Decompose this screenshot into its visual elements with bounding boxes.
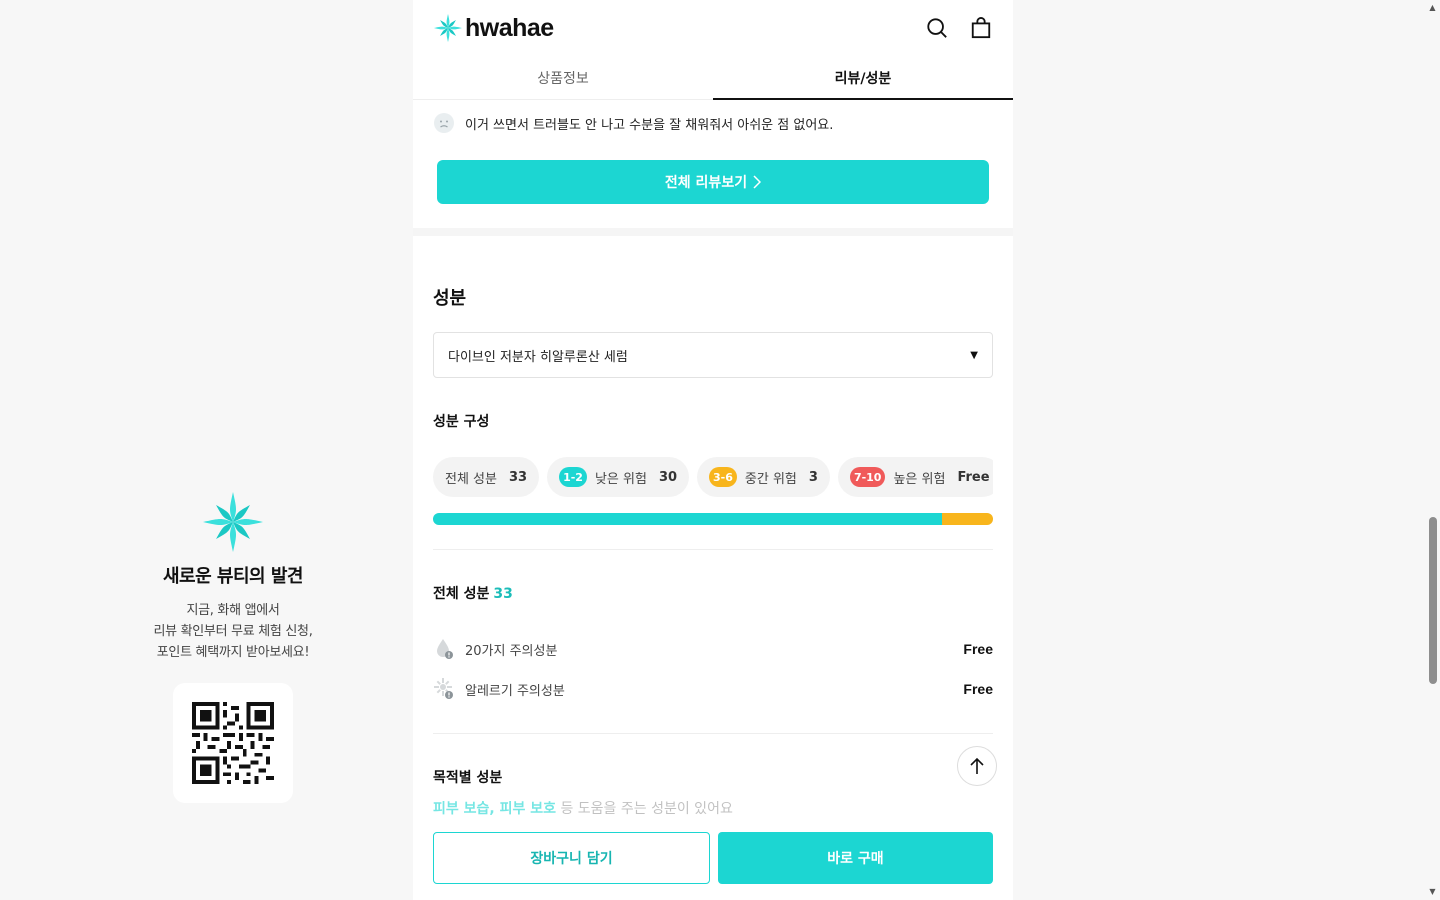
scroll-down-arrow-icon[interactable]: ▼ (1428, 887, 1437, 896)
chip-count: 30 (658, 469, 678, 485)
caution-value: Free (963, 641, 993, 657)
chip-all-ingredients[interactable]: 전체 성분 33 (433, 457, 540, 497)
tab-review-ingredients[interactable]: 리뷰/성분 (713, 56, 1013, 100)
detail-tabs: 상품정보 리뷰/성분 (413, 56, 1013, 100)
chip-mid-risk[interactable]: 3-6 중간 위험 3 (697, 457, 830, 497)
divider (433, 549, 993, 550)
risk-filter-chips: 전체 성분 33 1-2 낮은 위험 30 3-6 중간 위험 3 7-10 높… (433, 457, 993, 497)
total-ingredients-count: 33 (493, 586, 513, 602)
chip-label: 전체 성분 (445, 471, 497, 487)
caution-label: 알레르기 주의성분 (465, 683, 565, 699)
purpose-highlight: 피부 보습 (433, 801, 490, 817)
caution-row-20[interactable]: 20가지 주의성분 Free (433, 637, 993, 661)
chip-label: 높은 위험 (893, 471, 946, 487)
purpose-ingredients-title: 목적별 성분 (433, 770, 503, 786)
scroll-to-top-button[interactable] (957, 746, 997, 786)
risk-badge-low: 1-2 (559, 467, 587, 487)
qr-code (173, 683, 293, 803)
product-select-value: 다이브인 저분자 히알루론산 세럼 (448, 349, 628, 365)
risk-bar-mid-segment (942, 513, 993, 525)
app-promo: 새로운 뷰티의 발견 지금, 화해 앱에서 리뷰 확인부터 무료 체험 신청, … (133, 490, 333, 803)
chip-high-risk[interactable]: 7-10 높은 위험 Free (837, 457, 993, 497)
view-all-reviews-button[interactable]: 전체 리뷰보기 (437, 160, 989, 204)
review-text: 이거 쓰면서 트러블도 안 나고 수분을 잘 채워줘서 아쉬운 점 없어요. (465, 117, 834, 133)
product-detail-panel: hwahae 상품정보 리뷰/성분 이거 쓰면서 트러블도 안 나고 수분을 잘… (413, 0, 1013, 900)
risk-distribution-bar (433, 513, 993, 525)
promo-title: 새로운 뷰티의 발견 (162, 566, 304, 587)
top-bar: hwahae (413, 0, 1013, 56)
drop-caution-icon (437, 639, 453, 659)
chevron-right-icon (753, 175, 762, 189)
caution-value: Free (963, 681, 993, 697)
caution-row-allergy[interactable]: 알레르기 주의성분 Free (433, 677, 993, 701)
promo-description: 지금, 화해 앱에서 리뷰 확인부터 무료 체험 신청, 포인트 혜택까지 받아… (153, 603, 313, 660)
composition-title: 성분 구성 (433, 414, 490, 430)
brand-name: hwahae (465, 13, 554, 42)
risk-badge-high: 7-10 (849, 467, 886, 487)
ingredients-section-title: 성분 (433, 288, 467, 309)
purpose-separator: , (489, 801, 500, 817)
purpose-highlight: 피부 보호 (499, 801, 557, 817)
risk-bar-low-segment (433, 513, 943, 525)
allergy-caution-icon (434, 678, 453, 699)
chip-count: 3 (808, 469, 818, 485)
chip-label: 중간 위험 (744, 471, 797, 487)
purchase-bar: 장바구니 담기 바로 구매 (413, 820, 1013, 900)
risk-badge-mid: 3-6 (709, 467, 737, 487)
total-ingredients-title: 전체 성분 33 (433, 583, 513, 603)
review-summary-item: 이거 쓰면서 트러블도 안 나고 수분을 잘 채워줘서 아쉬운 점 없어요. (433, 112, 833, 134)
hwahae-logo-icon (433, 13, 463, 43)
chip-count: Free (957, 469, 990, 485)
chip-low-risk[interactable]: 1-2 낮은 위험 30 (547, 457, 690, 497)
scrollbar-thumb[interactable] (1429, 517, 1437, 684)
hwahae-logo-icon (203, 492, 263, 552)
chip-count: 33 (508, 469, 528, 485)
total-ingredients-label: 전체 성분 (433, 586, 490, 602)
shopping-bag-icon[interactable] (969, 16, 993, 40)
divider (433, 733, 993, 734)
section-divider (413, 228, 1013, 236)
qr-code-icon (192, 702, 274, 784)
arrow-up-icon (970, 757, 984, 774)
buy-now-button[interactable]: 바로 구매 (718, 832, 993, 884)
add-to-cart-button[interactable]: 장바구니 담기 (433, 832, 710, 884)
page-scrollbar[interactable]: ▲ ▼ (1425, 0, 1440, 900)
caret-down-icon: ▼ (970, 349, 978, 361)
search-icon[interactable] (925, 16, 949, 40)
scroll-up-arrow-icon[interactable]: ▲ (1428, 3, 1437, 12)
sad-face-icon (434, 113, 454, 133)
brand-logo[interactable]: hwahae (433, 13, 554, 43)
view-all-reviews-label: 전체 리뷰보기 (664, 175, 748, 191)
purpose-rest: 등 도움을 주는 성분이 있어요 (556, 801, 733, 817)
caution-label: 20가지 주의성분 (465, 643, 558, 659)
tab-product-info[interactable]: 상품정보 (413, 56, 713, 99)
product-select-dropdown[interactable]: 다이브인 저분자 히알루론산 세럼 ▼ (433, 332, 993, 378)
chip-label: 낮은 위험 (594, 471, 647, 487)
purpose-ingredients-description: 피부 보습, 피부 보호 등 도움을 주는 성분이 있어요 (433, 798, 733, 818)
